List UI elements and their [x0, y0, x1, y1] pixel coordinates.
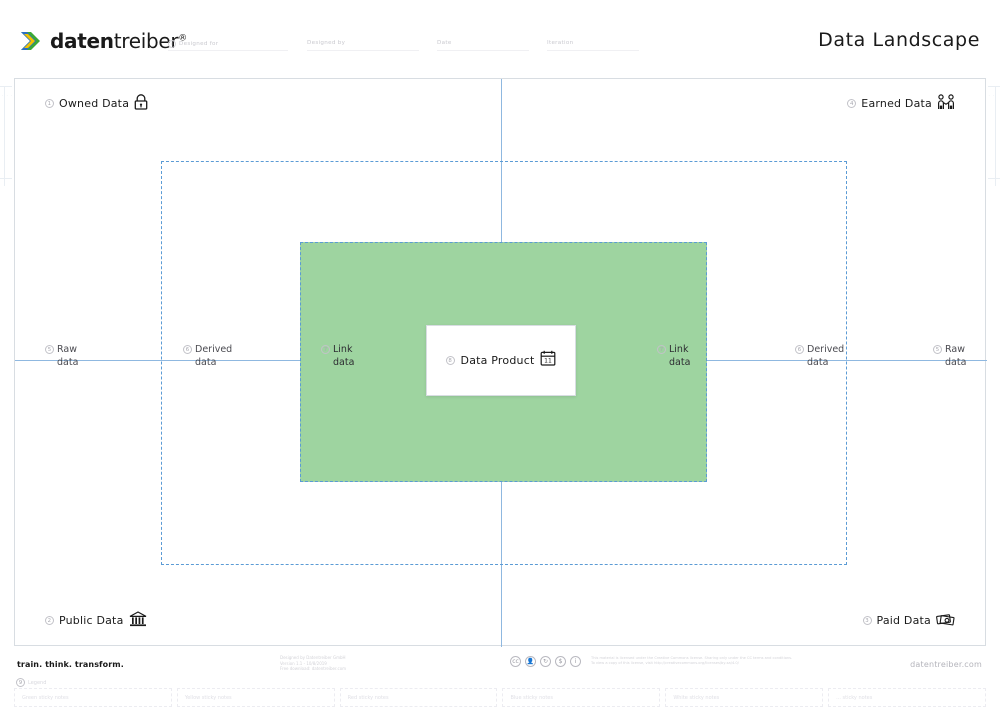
- quadrant-label-text: Public Data: [59, 614, 124, 627]
- step-number-badge: 6: [183, 345, 192, 354]
- field-iteration[interactable]: Iteration: [547, 40, 573, 46]
- legend-items: Green sticky notes Yellow sticky notes R…: [14, 688, 986, 707]
- quadrant-label-owned-data[interactable]: 1 Owned Data: [45, 94, 148, 113]
- quadrant-label-text: Paid Data: [876, 614, 931, 627]
- data-product-label: Data Product: [460, 354, 535, 367]
- axis-label-derived-left[interactable]: 6 Derived data: [183, 343, 232, 369]
- crop-mark-rv: [995, 86, 996, 186]
- step-number-badge: 6: [795, 345, 804, 354]
- field-date-rule: [437, 50, 529, 51]
- legend-item[interactable]: Yellow sticky notes: [176, 688, 335, 707]
- quadrant-label-earned-data[interactable]: 4 Earned Data: [847, 94, 955, 113]
- crop-mark-lv: [4, 86, 5, 186]
- creative-commons-row[interactable]: cc 👤 ↻ $ i This material is licensed und…: [510, 656, 792, 667]
- axis-label-text: Raw: [57, 344, 77, 355]
- legend-header: 9 Legend: [16, 678, 46, 687]
- banknotes-icon: [936, 611, 955, 630]
- field-designed-for-label: Designed for: [179, 41, 219, 47]
- step-number-badge: 1: [45, 99, 54, 108]
- step-number-badge: 9: [16, 678, 25, 687]
- brand-logo[interactable]: datentreiber®: [18, 28, 187, 54]
- brand-logo-text-bold: daten: [50, 29, 114, 53]
- axis-label-text: Link: [333, 344, 353, 355]
- legend-item[interactable]: ... sticky notes: [828, 688, 986, 707]
- brand-logo-text: datentreiber®: [50, 29, 187, 53]
- field-designed-by-label: Designed by: [307, 40, 346, 46]
- axis-label-text: Derived: [807, 344, 845, 355]
- legend-item[interactable]: Green sticky notes: [14, 688, 172, 707]
- cc-icon: cc: [510, 656, 521, 667]
- field-iteration-label: Iteration: [547, 40, 574, 46]
- chevron-logo-icon: [18, 28, 44, 54]
- axis-label-link-left[interactable]: 7 Link data: [321, 343, 354, 369]
- creative-commons-text: This material is licensed under the Crea…: [591, 656, 793, 666]
- axis-label-sub: data: [807, 357, 829, 368]
- page-title: Data Landscape: [818, 29, 980, 51]
- axis-label-text: Raw: [945, 344, 965, 355]
- field-designed-by[interactable]: Designed by: [307, 40, 345, 46]
- quadrant-label-paid-data[interactable]: 3 Paid Data: [862, 611, 955, 630]
- axis-label-raw-right[interactable]: 5 Raw data: [933, 343, 966, 369]
- axis-label-sub: data: [945, 357, 967, 368]
- legend-strip: 9 Legend Green sticky notes Yellow stick…: [14, 678, 986, 707]
- field-designed-by-rule: [307, 50, 419, 51]
- margin-tick-left: · · ·: [2, 93, 14, 98]
- axis-label-sub: data: [195, 357, 217, 368]
- bank-building-icon: [129, 611, 147, 630]
- axis-label-link-right[interactable]: 7 Link data: [657, 343, 690, 369]
- axis-label-text: Link: [669, 344, 689, 355]
- brand-tagline: train. think. transform.: [17, 660, 124, 669]
- field-designed-for[interactable]: i Designed for: [168, 40, 218, 48]
- legend-item[interactable]: Red sticky notes: [339, 688, 498, 707]
- field-iteration-rule: [547, 50, 639, 51]
- legend-item[interactable]: White sticky notes: [665, 688, 824, 707]
- quadrant-label-text: Owned Data: [59, 97, 130, 110]
- quadrant-label-public-data[interactable]: 2 Public Data: [45, 611, 147, 630]
- quadrant-label-text: Earned Data: [861, 97, 932, 110]
- step-number-badge: 3: [862, 616, 872, 625]
- axis-label-derived-right[interactable]: 6 Derived data: [795, 343, 844, 369]
- info-circle-icon: i: [168, 40, 176, 48]
- website-link[interactable]: datentreiber.com: [910, 660, 982, 669]
- field-date[interactable]: Date: [437, 40, 452, 46]
- field-date-label: Date: [437, 40, 452, 46]
- field-designed-for-rule: [168, 50, 288, 51]
- axis-label-sub: data: [669, 357, 691, 368]
- svg-text:11: 11: [545, 358, 553, 365]
- handshake-people-icon: [937, 94, 955, 113]
- step-number-badge: 5: [933, 345, 942, 354]
- legend-title: Legend: [28, 679, 47, 686]
- step-number-badge: 2: [45, 616, 54, 625]
- crop-mark-r2: [988, 178, 1000, 179]
- data-landscape-canvas-page: datentreiber® i Designed for Designed by…: [0, 0, 1000, 707]
- lock-icon: [134, 94, 148, 113]
- step-number-badge: 5: [45, 345, 54, 354]
- package-calendar-icon: 11: [540, 350, 556, 371]
- axis-label-sub: data: [333, 357, 355, 368]
- axis-label-sub: data: [57, 357, 79, 368]
- step-number-badge: 4: [847, 99, 857, 108]
- crop-mark-tr: [988, 86, 1000, 87]
- step-number-badge: 7: [321, 345, 330, 354]
- axis-label-raw-left[interactable]: 5 Raw data: [45, 343, 78, 369]
- info-icon: i: [570, 656, 581, 667]
- landscape-canvas[interactable]: 1 Owned Data 4 Earned Data 2 Public Data…: [14, 78, 987, 647]
- legend-item[interactable]: Blue sticky notes: [502, 688, 661, 707]
- crop-mark-tl: [0, 86, 12, 87]
- page-header: datentreiber® i Designed for Designed by…: [0, 0, 1000, 68]
- axis-label-text: Derived: [195, 344, 233, 355]
- data-product-card[interactable]: 8 Data Product 11: [426, 325, 576, 396]
- by-icon: 👤: [525, 656, 536, 667]
- step-number-badge: 7: [657, 345, 666, 354]
- nc-icon: $: [555, 656, 566, 667]
- crop-mark-l2: [0, 178, 12, 179]
- sa-icon: ↻: [540, 656, 551, 667]
- step-number-badge: 8: [445, 356, 455, 365]
- imprint-text: Designed by Datentreiber GmbH Version 1.…: [280, 655, 347, 672]
